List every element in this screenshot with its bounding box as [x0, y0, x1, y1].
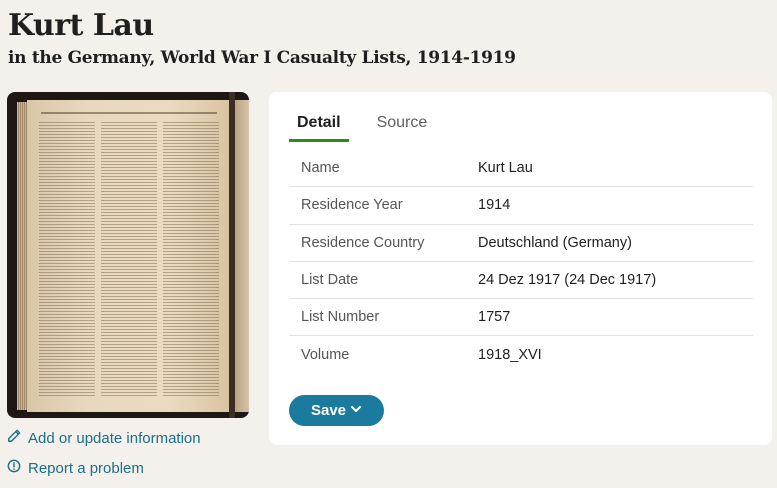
- table-row: Residence Year 1914: [289, 187, 753, 225]
- save-button-label: Save: [310, 402, 347, 419]
- scanned-page: [27, 100, 231, 412]
- table-row: List Date 24 Dez 1917 (24 Dec 1917): [289, 262, 753, 300]
- field-value: 1918_XVI: [478, 347, 542, 364]
- field-label: List Number: [301, 309, 380, 326]
- record-tabs: Detail Source: [289, 114, 435, 142]
- field-value: Deutschland (Germany): [478, 234, 632, 251]
- field-value: 24 Dez 1917 (24 Dec 1917): [478, 272, 657, 289]
- field-label: Residence Year: [301, 197, 403, 214]
- report-problem-link[interactable]: Report a problem: [7, 459, 144, 477]
- page-edge-decoration: [17, 102, 27, 410]
- add-update-info-label: Add or update information: [28, 429, 201, 447]
- page-subtitle: in the Germany, World War I Casualty Lis…: [8, 48, 516, 68]
- save-button[interactable]: Save: [289, 395, 384, 426]
- detail-table: Name Kurt Lau Residence Year 1914 Reside…: [289, 150, 753, 374]
- field-value: 1757: [478, 309, 511, 326]
- record-detail-card: Detail Source Name Kurt Lau Residence Ye…: [269, 92, 772, 445]
- add-update-info-link[interactable]: Add or update information: [7, 429, 201, 447]
- chevron-down-icon: [350, 402, 362, 419]
- table-row: Name Kurt Lau: [289, 150, 753, 188]
- pencil-icon: [7, 429, 21, 447]
- table-row: List Number 1757: [289, 299, 753, 337]
- table-row: Volume 1918_XVI: [289, 336, 753, 373]
- field-value: Kurt Lau: [478, 160, 533, 177]
- facing-page: [235, 100, 249, 412]
- tab-detail[interactable]: Detail: [289, 114, 349, 142]
- record-image-thumbnail[interactable]: [7, 92, 249, 418]
- field-label: Volume: [301, 347, 350, 364]
- field-label: Residence Country: [301, 234, 425, 251]
- report-problem-label: Report a problem: [28, 459, 144, 477]
- tab-source[interactable]: Source: [369, 114, 436, 142]
- field-label: List Date: [301, 272, 359, 289]
- alert-circle-icon: [7, 459, 21, 477]
- field-label: Name: [301, 160, 340, 177]
- field-value: 1914: [478, 197, 511, 214]
- table-row: Residence Country Deutschland (Germany): [289, 225, 753, 262]
- page-title: Kurt Lau: [8, 8, 154, 43]
